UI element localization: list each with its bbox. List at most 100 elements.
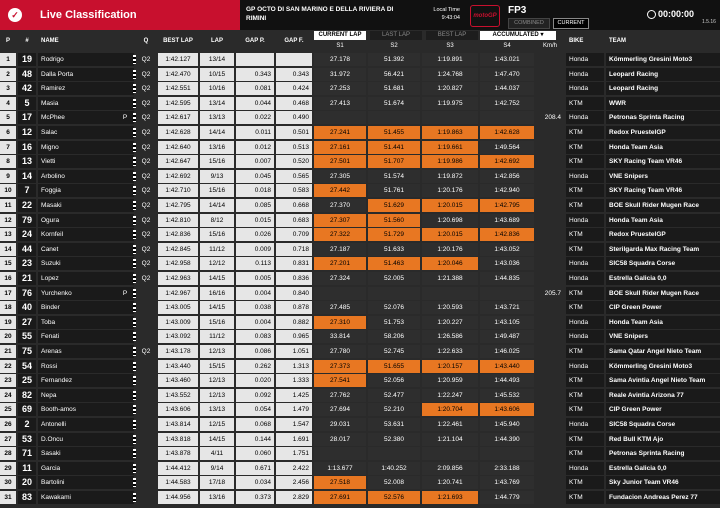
team-cell: Sky Junior Team VR46	[606, 476, 720, 490]
sector-3-cell: 1:20.698	[422, 213, 478, 227]
pit-indicator	[118, 301, 132, 314]
local-time-value: 9:43:04	[441, 15, 460, 21]
table-row[interactable]: 5 17 McPhee P Q2 1:42.617 13/13 0.022 0.490 208.4…	[0, 111, 720, 125]
pit-indicator	[118, 433, 132, 446]
team-cell: BOE Skull Rider Mugen Race	[606, 199, 720, 212]
sector-3-cell: 1:20.227	[422, 315, 478, 329]
table-row[interactable]: 10 7 Foggia Q2 1:42.710 15/16 0.018 0.583 27.442…	[0, 184, 720, 198]
speed-cell	[536, 82, 564, 95]
speed-cell: 205.7	[544, 289, 561, 297]
sector-4-cell: 1:42.836	[480, 228, 534, 242]
table-row[interactable]: 27 53 D.Oncu 1:43.818 14/15 0.144 1.691 28.017 5…	[0, 432, 720, 447]
table-row[interactable]: 28 71 Sasaki 1:43.878 4/11 0.060 1.751 KTM Petro…	[0, 447, 720, 461]
pit-indicator	[118, 68, 132, 81]
best-lap-cell: 1:42.640	[158, 140, 198, 154]
gap-previous-cell: 0.060	[236, 447, 274, 461]
rider-number: 23	[18, 257, 36, 271]
current-toggle[interactable]: CURRENT	[553, 18, 589, 29]
table-row[interactable]: 16 21 Lopez Q2 1:42.963 14/15 0.005 0.836 27.324…	[0, 272, 720, 286]
team-cell: Petronas Sprinta Racing	[606, 447, 720, 461]
gap-first-cell: 0.668	[276, 199, 312, 212]
table-row[interactable]: 9 14 Arbolino Q2 1:42.692 9/13 0.045 0.565 27.30…	[0, 169, 720, 184]
gap-previous-cell: 0.671	[236, 461, 274, 475]
best-lap-cell: 1:43.092	[158, 330, 198, 344]
sector-1-cell: 1:13.677	[314, 461, 366, 475]
accumulated-label: ACCUMULATED	[492, 32, 539, 38]
table-row[interactable]: 14 44 Canet Q2 1:42.845 11/12 0.009 0.718 27.187…	[0, 242, 720, 257]
table-row[interactable]: 26 2 Antonelli 1:43.814 12/15 0.068 1.547 29.03…	[0, 418, 720, 432]
sector-1-cell: 27.762	[314, 388, 366, 402]
table-row[interactable]: 1 19 Rodrigo Q2 1:42.127 13/14 27.178 51.392 1:1…	[0, 53, 720, 67]
accumulated-select[interactable]: ACCUMULATED ▾	[480, 31, 556, 40]
speed-cell	[536, 316, 564, 329]
rider-number: 71	[18, 447, 36, 461]
speed-cell	[536, 389, 564, 402]
lap-cell: 13/14	[200, 53, 234, 66]
sector-1-cell: 27.370	[314, 199, 366, 212]
gap-first-cell: 2.456	[276, 476, 312, 490]
team-cell: SKY Racing Team VR46	[606, 155, 720, 169]
sector-4-cell: 1:49.564	[480, 140, 534, 154]
bike-cell: Honda	[566, 213, 604, 227]
gap-previous-cell: 0.034	[236, 476, 274, 490]
table-row[interactable]: 7 16 Migno Q2 1:42.640 13/16 0.012 0.513 27.161 5…	[0, 140, 720, 155]
rider-number: 40	[18, 301, 36, 315]
table-row[interactable]: 31 83 Kawakami 1:44.956 13/16 0.373 2.829 27.69…	[0, 491, 720, 505]
local-time-label: Local Time	[433, 7, 460, 13]
table-row[interactable]: 17 76 Yurchenko P 1:42.967 16/16 0.004 0.840 205…	[0, 286, 720, 301]
table-row[interactable]: 22 54 Rossi 1:43.440 15/15 0.262 1.313 27.373 51…	[0, 359, 720, 374]
tab-best-lap[interactable]: BEST LAP	[426, 31, 478, 40]
table-row[interactable]: 21 75 Arenas Q2 1:43.178 12/13 0.086 1.051 27.78…	[0, 345, 720, 359]
table-row[interactable]: 2 48 Dalla Porta Q2 1:42.470 10/15 0.343 0.343 3…	[0, 67, 720, 82]
table-row[interactable]: 25 69 Booth-amos 1:43.606 13/13 0.054 1.479 27.…	[0, 403, 720, 417]
sector-3-cell: 1:22.461	[422, 418, 478, 431]
sector-2-cell	[368, 286, 420, 300]
table-row[interactable]: 3 42 Ramirez Q2 1:42.551 10/16 0.081 0.424 27.25…	[0, 82, 720, 96]
sector-1-cell: 27.442	[314, 184, 366, 198]
table-row[interactable]: 23 25 Fernandez 1:43.460 12/13 0.020 1.333 27.5…	[0, 374, 720, 388]
sector-3-cell: 1:24.768	[422, 67, 478, 81]
sector-2-cell: 1:40.252	[368, 461, 420, 475]
gap-first-cell	[276, 53, 312, 66]
tab-last-lap[interactable]: LAST LAP	[370, 31, 422, 40]
sector-2-cell: 51.729	[368, 228, 420, 242]
position-cell: 31	[0, 491, 16, 504]
sector-1-cell: 28.017	[314, 432, 366, 446]
bike-cell: Honda	[566, 111, 604, 125]
combined-toggle[interactable]: COMBINED	[508, 18, 550, 29]
table-row[interactable]: 19 27 Toba 1:43.009 15/16 0.004 0.882 27.310 51.…	[0, 315, 720, 330]
table-row[interactable]: 4 5 Masia Q2 1:42.595 13/14 0.044 0.468 27.413 51…	[0, 96, 720, 111]
table-row[interactable]: 12 79 Ogura Q2 1:42.810 8/12 0.015 0.683 27.307 5…	[0, 213, 720, 228]
table-row[interactable]: 24 82 Nepa 1:43.552 12/13 0.092 1.425 27.762 52.…	[0, 388, 720, 403]
table-row[interactable]: 8 13 Vietti Q2 1:42.647 15/16 0.007 0.520 27.501…	[0, 155, 720, 169]
rider-number: 24	[18, 228, 36, 242]
pit-indicator	[118, 491, 132, 504]
gap-first-cell: 0.468	[276, 96, 312, 110]
sector-1-cell: 27.373	[314, 359, 366, 373]
qualifying-cell: Q2	[136, 169, 156, 183]
speed-cell	[536, 374, 564, 387]
table-row[interactable]: 15 23 Suzuki Q2 1:42.958 12/12 0.113 0.831 27.20…	[0, 257, 720, 271]
position-cell: 13	[0, 228, 16, 242]
lap-cell: 14/14	[200, 126, 234, 139]
rider-number: 53	[18, 432, 36, 446]
pit-indicator	[118, 82, 132, 95]
table-row[interactable]: 29 11 Garcia 1:44.412 9/14 0.671 2.422 1:13.677…	[0, 461, 720, 476]
tab-current-lap[interactable]: CURRENT LAP	[314, 31, 366, 40]
table-row[interactable]: 13 24 Kornfeil Q2 1:42.836 15/16 0.026 0.709 27.…	[0, 228, 720, 242]
best-lap-cell: 1:44.583	[158, 476, 198, 490]
qualifying-cell: Q2	[136, 345, 156, 358]
bike-cell: KTM	[566, 242, 604, 256]
bike-cell: KTM	[566, 199, 604, 212]
table-row[interactable]: 20 55 Fenati 1:43.092 11/12 0.083 0.965 33.814 5…	[0, 330, 720, 344]
table-row[interactable]: 6 12 Salac Q2 1:42.628 14/14 0.011 0.501 27.241 5…	[0, 126, 720, 140]
table-row[interactable]: 18 40 Binder 1:43.005 14/15 0.038 0.878 27.485 5…	[0, 301, 720, 315]
sector-3-cell: 1:19.986	[422, 155, 478, 169]
table-row[interactable]: 11 22 Masaki Q2 1:42.795 14/14 0.085 0.668 27.37…	[0, 199, 720, 213]
table-row[interactable]: 30 20 Bartolini 1:44.583 17/18 0.034 2.456 27.5…	[0, 476, 720, 490]
lap-cell: 14/14	[200, 199, 234, 212]
bike-cell: Honda	[566, 461, 604, 475]
speed-cell	[536, 184, 564, 197]
sector-2-cell: 52.005	[368, 272, 420, 285]
sector-1-cell: 27.241	[314, 126, 366, 139]
